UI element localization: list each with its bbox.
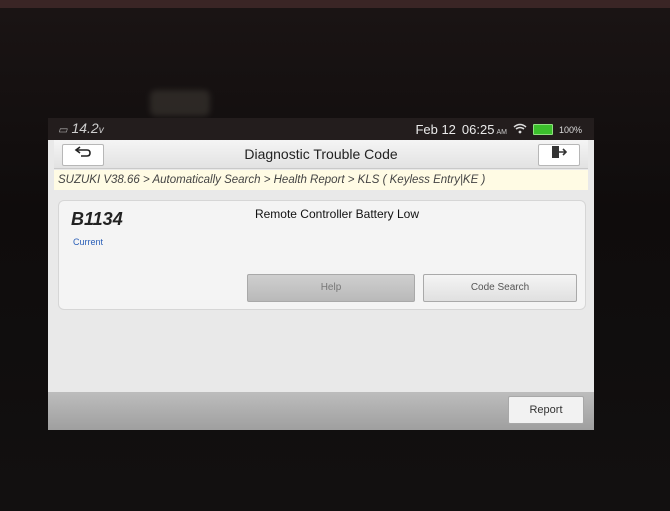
device-bezel-top — [0, 0, 670, 8]
status-bar: ▭ 14.2v Feb 12 06:25 AM 100% — [48, 118, 594, 140]
wifi-icon — [513, 123, 527, 137]
breadcrumb: SUZUKI V38.66 > Automatically Search > H… — [54, 170, 588, 190]
dtc-card: B1134 Current Remote Controller Battery … — [58, 200, 586, 310]
status-date: Feb 12 — [415, 122, 456, 137]
voltage-unit: v — [98, 125, 104, 136]
help-button[interactable]: Help — [247, 274, 415, 302]
voltage-value: 14.2 — [71, 120, 99, 136]
car-battery-icon: ▭ — [58, 125, 68, 136]
dtc-description: Remote Controller Battery Low — [254, 207, 420, 221]
battery-percent: 100% — [558, 124, 582, 135]
status-right: Feb 12 06:25 AM 100% — [415, 122, 582, 137]
footer-bar: Report — [48, 392, 594, 430]
tablet-screen: ▭ 14.2v Feb 12 06:25 AM 100% Diagnostic Tr… — [48, 118, 594, 430]
battery-icon — [532, 124, 553, 135]
code-search-button[interactable]: Code Search — [423, 274, 577, 302]
ampm: AM — [496, 129, 507, 136]
report-button[interactable]: Report — [508, 396, 584, 424]
dtc-status: Current — [73, 237, 104, 247]
page-title: Diagnostic Trouble Code — [244, 146, 398, 162]
status-time: 06:25 AM — [462, 122, 507, 137]
voltage-readout: ▭ 14.2v — [58, 120, 104, 136]
screen-glare — [150, 90, 210, 116]
exit-button[interactable] — [538, 144, 580, 166]
time-value: 06:25 — [461, 122, 495, 137]
exit-icon — [551, 146, 568, 163]
title-bar: Diagnostic Trouble Code — [54, 140, 588, 169]
